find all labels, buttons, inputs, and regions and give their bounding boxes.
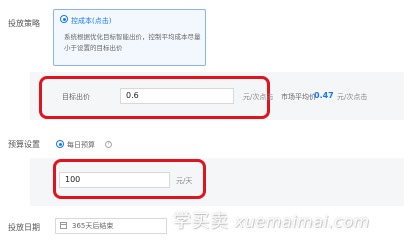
strategy-option-desc: 系统根据优化目标智能出价，控制平均成本尽量小于设置的目标出价 xyxy=(64,33,201,52)
daily-budget-option: 每日预算 xyxy=(67,141,95,149)
market-avg-unit: 元/次点击 xyxy=(337,93,368,101)
schedule-date-value: 365天后结束 xyxy=(72,222,114,230)
strategy-option-title: 控成本(点击) xyxy=(71,17,112,25)
market-avg-value: 0.47 xyxy=(314,91,334,100)
target-bid-label: 目标出价 xyxy=(62,93,90,101)
strategy-option-card[interactable]: 控成本(点击) 系统根据优化目标智能出价，控制平均成本尽量小于设置的目标出价 xyxy=(53,9,206,66)
budget-label: 预算设置 xyxy=(8,140,40,149)
schedule-label: 投放日期 xyxy=(8,223,40,232)
watermark: 学买卖 xuemaimai.com xyxy=(173,207,370,233)
market-avg-label: 市场平均价 xyxy=(281,93,316,101)
target-bid-unit: 元/次点击 xyxy=(243,93,274,101)
schedule-date-input[interactable]: 365天后结束 xyxy=(55,218,167,234)
daily-budget-radio[interactable] xyxy=(56,140,64,148)
strategy-label: 投放策略 xyxy=(8,19,40,28)
question-icon[interactable]: ? xyxy=(105,141,112,148)
calendar-icon xyxy=(60,222,67,229)
watermark-cn: 学买卖 xyxy=(173,211,229,232)
strategy-radio[interactable] xyxy=(60,15,68,23)
target-bid-input[interactable]: 0.6 xyxy=(120,88,234,104)
budget-input[interactable]: 100 xyxy=(59,172,170,188)
budget-unit: 元/天 xyxy=(176,177,193,185)
ad-settings-page: 投放策略 控成本(点击) 系统根据优化目标智能出价，控制平均成本尽量小于设置的目… xyxy=(0,0,404,251)
watermark-en: xuemaimai.com xyxy=(234,212,370,231)
